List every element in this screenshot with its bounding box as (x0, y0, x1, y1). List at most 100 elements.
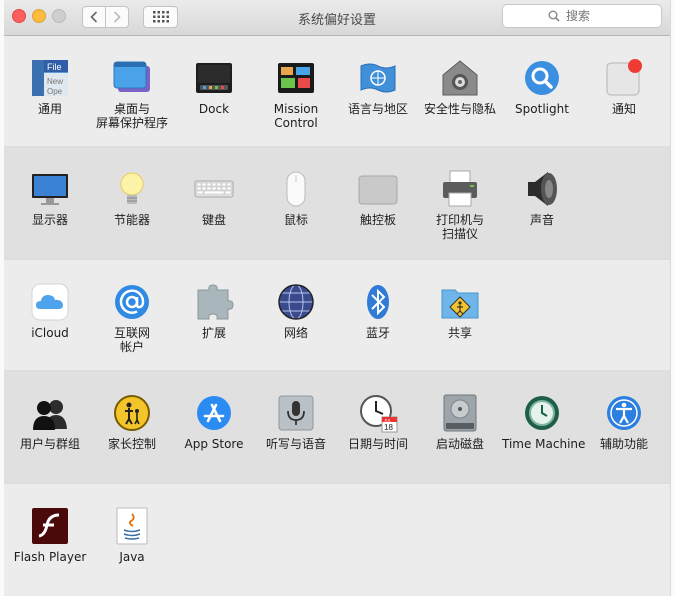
flash-player-icon (32, 508, 68, 544)
svg-text:Ope: Ope (47, 87, 63, 96)
section-internet-wireless: iCloud 互联网 帐户 扩展 网络 蓝牙 共享 (4, 259, 670, 371)
pref-sound[interactable]: 声音 (502, 169, 582, 227)
pref-printers-scanners[interactable]: 打印机与 扫描仪 (420, 169, 500, 241)
pref-label: 键盘 (201, 213, 226, 227)
pref-icloud[interactable]: iCloud (10, 282, 90, 340)
printer-icon (443, 170, 477, 207)
pref-label: Dock (198, 102, 230, 116)
svg-text:File: File (47, 62, 62, 72)
pref-language-region[interactable]: 语言与地区 (338, 58, 418, 116)
pref-label-line2: 扫描仪 (441, 227, 478, 241)
pref-mission-control[interactable]: Mission Control (256, 58, 336, 130)
search-icon (548, 10, 560, 22)
pref-label: 节能器 (113, 213, 150, 227)
pref-flash-player[interactable]: Flash Player (10, 506, 90, 564)
java-icon (116, 507, 148, 545)
icloud-icon (31, 283, 69, 321)
hard-disk-icon (443, 394, 477, 432)
pref-label: 打印机与 (435, 213, 484, 227)
microphone-icon (278, 395, 314, 431)
pref-label: 桌面与 (113, 102, 150, 116)
pref-bluetooth[interactable]: 蓝牙 (338, 282, 418, 340)
pref-startup-disk[interactable]: 启动磁盘 (420, 393, 500, 451)
pref-extensions[interactable]: 扩展 (174, 282, 254, 340)
pref-label: 共享 (447, 326, 472, 340)
speaker-icon (528, 172, 557, 206)
pref-mouse[interactable]: 鼠标 (256, 169, 336, 227)
pref-network[interactable]: 网络 (256, 282, 336, 340)
pref-label: 辅助功能 (599, 437, 648, 451)
svg-text:18: 18 (384, 423, 393, 432)
clock-calendar-icon: JUL 18 (360, 395, 398, 433)
pref-sharing[interactable]: 共享 (420, 282, 500, 340)
pref-java[interactable]: Java (92, 506, 172, 564)
pref-energy-saver[interactable]: 节能器 (92, 169, 172, 227)
spotlight-icon (525, 61, 559, 95)
svg-text:New: New (47, 77, 63, 86)
pref-label: 语言与地区 (347, 102, 408, 116)
pref-label: 显示器 (31, 213, 68, 227)
pref-notifications[interactable]: 通知 (584, 58, 664, 116)
pref-label: 通知 (611, 102, 636, 116)
pref-label-line2: 屏幕保护程序 (95, 116, 168, 130)
parental-controls-icon (114, 395, 150, 431)
search-field[interactable] (502, 4, 662, 28)
pref-parental-controls[interactable]: 家长控制 (92, 393, 172, 451)
globe-icon (278, 284, 314, 320)
pref-label: 启动磁盘 (435, 437, 484, 451)
search-input[interactable] (564, 8, 616, 24)
title-bar: 系统偏好设置 (4, 0, 670, 36)
pref-accessibility[interactable]: 辅助功能 (584, 393, 664, 451)
pref-desktop-screensaver[interactable]: 桌面与 屏幕保护程序 (92, 58, 172, 130)
pref-label: 听写与语音 (265, 437, 326, 451)
app-store-icon (197, 396, 231, 430)
pref-displays[interactable]: 显示器 (10, 169, 90, 227)
pref-spotlight[interactable]: Spotlight (502, 58, 582, 116)
pref-label: 网络 (283, 326, 308, 340)
pref-keyboard[interactable]: 键盘 (174, 169, 254, 227)
un-flag-icon (360, 63, 396, 93)
section-other: Flash Player Java (4, 483, 670, 596)
pref-date-time[interactable]: JUL 18 日期与时间 (338, 393, 418, 451)
house-lock-icon (442, 60, 478, 96)
pref-general[interactable]: File New Ope 通用 (10, 58, 90, 116)
notifications-icon (606, 59, 642, 96)
pref-trackpad[interactable]: 触控板 (338, 169, 418, 227)
pref-users-groups[interactable]: 用户与群组 (10, 393, 90, 451)
time-machine-icon (525, 396, 559, 430)
puzzle-piece-icon (197, 284, 234, 320)
pref-internet-accounts[interactable]: 互联网 帐户 (92, 282, 172, 354)
pref-label: App Store (184, 437, 244, 451)
pref-label: Time Machine (502, 437, 586, 451)
pref-time-machine[interactable]: Time Machine (502, 393, 586, 451)
pref-label: Flash Player (13, 550, 87, 564)
pref-dock[interactable]: Dock (174, 58, 254, 116)
pref-label: 声音 (529, 213, 554, 227)
pref-security-privacy[interactable]: 安全性与隐私 (420, 58, 500, 116)
pref-label: 鼠标 (283, 213, 308, 227)
dock-icon (196, 63, 232, 93)
pref-label: 蓝牙 (365, 326, 390, 340)
pref-label: 用户与群组 (19, 437, 80, 451)
pref-dictation-speech[interactable]: 听写与语音 (256, 393, 336, 451)
pref-label: 通用 (37, 102, 62, 116)
accessibility-icon (607, 396, 641, 430)
trackpad-icon (358, 175, 398, 205)
pref-label: 家长控制 (107, 437, 156, 451)
pref-app-store[interactable]: App Store (174, 393, 254, 451)
pref-label: Spotlight (515, 102, 569, 116)
section-hardware: 显示器 节能器 键盘 鼠标 触控板 打印机与 扫描仪 声音 (4, 146, 670, 260)
pref-label-line2: Control (274, 116, 318, 130)
system-preferences-window: 系统偏好设置 File New Ope 通用 (4, 0, 670, 596)
svg-text:JUL: JUL (384, 418, 392, 423)
general-icon: File New Ope (32, 60, 68, 96)
background-window-edge-right (670, 0, 675, 596)
pref-label: iCloud (31, 326, 69, 340)
section-personal: File New Ope 通用 桌面与 屏幕保护程序 Dock Mission … (4, 36, 670, 146)
keyboard-icon (194, 180, 234, 198)
pref-label-line2: 帐户 (119, 340, 144, 354)
mouse-icon (286, 171, 306, 207)
pref-label: 日期与时间 (347, 437, 408, 451)
section-system: 用户与群组 家长控制 App Store 听写与语音 JUL 18 日期与时间 … (4, 370, 670, 484)
pref-label: 安全性与隐私 (423, 102, 496, 116)
